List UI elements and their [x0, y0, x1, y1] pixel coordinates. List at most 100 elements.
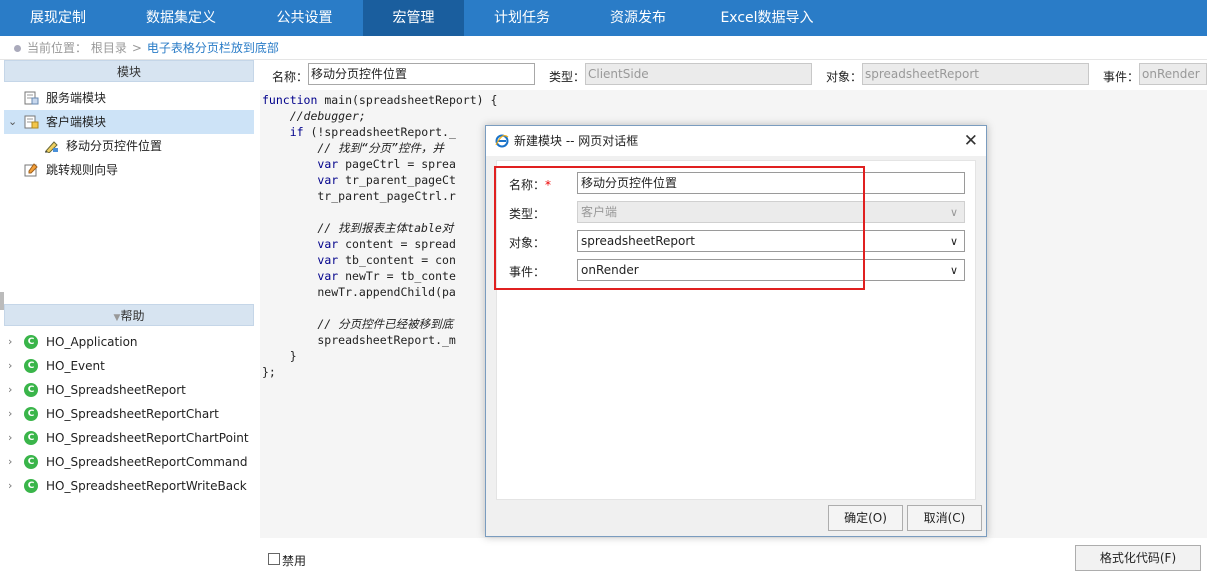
chevron-right-icon[interactable]: ›: [8, 474, 12, 498]
panel-splitter[interactable]: [0, 292, 4, 310]
tab-report-customization[interactable]: 展现定制: [0, 0, 116, 36]
chevron-right-icon[interactable]: ›: [8, 402, 12, 426]
cancel-button[interactable]: 取消(C): [907, 505, 982, 531]
event-label: 事件：: [1103, 70, 1140, 84]
tree-item-label: 移动分页控件位置: [66, 139, 163, 153]
keyword: function: [262, 93, 318, 107]
modules-panel-header[interactable]: 模块: [4, 60, 254, 82]
tree-item-label: 客户端模块: [46, 115, 107, 129]
class-icon: C: [24, 455, 38, 469]
help-panel-header[interactable]: ▼帮助: [4, 304, 254, 326]
code-line: };: [262, 365, 276, 379]
code-line: var tr_parent_pageCt: [317, 173, 456, 187]
help-item-ho-spreadsheetreportchart[interactable]: › C HO_SpreadsheetReportChart: [4, 402, 254, 426]
disable-label[interactable]: 禁用: [282, 552, 306, 569]
help-item-label: HO_SpreadsheetReport: [46, 383, 186, 397]
help-panel-title: 帮助: [120, 309, 145, 323]
code-line: if (!spreadsheetReport._: [289, 125, 456, 139]
tab-excel-import[interactable]: Excel数据导入: [696, 0, 838, 36]
code-line: function main(spreadsheetReport) {: [262, 93, 498, 107]
code-line: newTr.appendChild(pa: [262, 285, 456, 299]
tree-item-client-module[interactable]: ⌄ 客户端模块: [4, 110, 254, 134]
wizard-icon: [24, 163, 38, 177]
object-label: 对象：: [826, 70, 863, 84]
format-code-button[interactable]: 格式化代码(F): [1075, 545, 1201, 571]
keyword: var: [317, 253, 339, 267]
keyword: var: [317, 173, 339, 187]
tab-resource-publish[interactable]: 资源发布: [580, 0, 696, 36]
help-item-ho-spreadsheetreportwriteback[interactable]: › C HO_SpreadsheetReportWriteBack: [4, 474, 254, 498]
help-item-ho-spreadsheetreportcommand[interactable]: › C HO_SpreadsheetReportCommand: [4, 450, 254, 474]
tree-item-server-module[interactable]: 服务端模块: [4, 86, 254, 110]
help-item-ho-spreadsheetreportchartpoint[interactable]: › C HO_SpreadsheetReportChartPoint: [4, 426, 254, 450]
class-icon: C: [24, 335, 38, 349]
client-module-icon: [24, 115, 39, 129]
type-field: ClientSide: [585, 63, 812, 85]
tree-item-label: 服务端模块: [46, 91, 107, 105]
chevron-right-icon[interactable]: ›: [8, 378, 12, 402]
left-panel: 模块 服务端模块 ⌄ 客户端模块 移动分页控件位置 跳转规则向导 ▼帮助 › C H…: [4, 60, 254, 576]
name-label: 名称：: [272, 70, 309, 84]
breadcrumb-current[interactable]: 电子表格分页栏放到底部: [147, 41, 279, 55]
chevron-down-icon[interactable]: ∨: [950, 261, 958, 281]
tab-dataset-definition[interactable]: 数据集定义: [116, 0, 246, 36]
class-icon: C: [24, 479, 38, 493]
new-module-dialog: 新建模块 -- 网页对话框 ✕ 名称：* 移动分页控件位置 类型： 客户端 ∨ 对…: [485, 125, 987, 537]
help-item-label: HO_SpreadsheetReportCommand: [46, 455, 248, 469]
class-icon: C: [24, 383, 38, 397]
dialog-title: 新建模块 -- 网页对话框: [514, 134, 639, 148]
chevron-down-icon[interactable]: ⌄: [8, 110, 18, 134]
ok-button[interactable]: 确定(O): [828, 505, 903, 531]
server-module-icon: [24, 91, 39, 105]
help-item-ho-spreadsheetreport[interactable]: › C HO_SpreadsheetReport: [4, 378, 254, 402]
chevron-down-icon: ∨: [949, 206, 958, 219]
close-icon[interactable]: ✕: [964, 126, 978, 156]
class-icon: C: [24, 359, 38, 373]
editor-header: 名称： 移动分页控件位置 类型： ClientSide 对象： spreadsh…: [260, 60, 1207, 90]
code-line: var tb_content = con: [317, 253, 456, 267]
editor-footer: 禁用 格式化代码(F): [260, 538, 1207, 576]
chevron-right-icon[interactable]: ›: [8, 450, 12, 474]
event-field: onRender: [1139, 63, 1207, 85]
name-input[interactable]: 移动分页控件位置: [308, 63, 535, 85]
code-line: var newTr = tb_conte: [317, 269, 456, 283]
top-nav: 展现定制 数据集定义 公共设置 宏管理 计划任务 资源发布 Excel数据导入: [0, 0, 1207, 36]
breadcrumb-root[interactable]: 根目录: [91, 41, 127, 55]
help-item-label: HO_Event: [46, 359, 105, 373]
code-line: // 分页控件已经被移到底: [262, 317, 454, 331]
tab-scheduled-tasks[interactable]: 计划任务: [464, 0, 580, 36]
class-icon: C: [24, 407, 38, 421]
breadcrumb-prefix: 当前位置：: [27, 41, 88, 55]
chevron-right-icon[interactable]: ›: [8, 330, 12, 354]
code-line: //debugger;: [262, 109, 366, 123]
object-field: spreadsheetReport: [862, 63, 1089, 85]
ie-icon: [495, 134, 509, 148]
code-line: }: [262, 349, 297, 363]
breadcrumb-separator: >: [131, 41, 142, 55]
keyword: if: [289, 125, 304, 139]
tree-item-jump-wizard[interactable]: 跳转规则向导: [4, 158, 254, 182]
chevron-right-icon[interactable]: ›: [8, 354, 12, 378]
tree-item-move-pager[interactable]: 移动分页控件位置: [4, 134, 254, 158]
code-line: var pageCtrl = sprea: [317, 157, 456, 171]
help-item-label: HO_SpreadsheetReportChart: [46, 407, 219, 421]
help-item-ho-application[interactable]: › C HO_Application: [4, 330, 254, 354]
tab-macro-management[interactable]: 宏管理: [363, 0, 464, 36]
help-item-label: HO_Application: [46, 335, 138, 349]
code-line: spreadsheetReport._m: [262, 333, 456, 347]
location-dot-icon: [14, 45, 21, 52]
keyword: var: [317, 237, 339, 251]
code-line: // 找到“分页”控件，并: [262, 141, 445, 155]
dialog-titlebar[interactable]: 新建模块 -- 网页对话框 ✕: [486, 126, 986, 156]
macro-edit-icon: [45, 141, 58, 153]
help-item-label: HO_SpreadsheetReportChartPoint: [46, 431, 249, 445]
keyword: var: [317, 157, 339, 171]
tab-public-settings[interactable]: 公共设置: [246, 0, 363, 36]
chevron-right-icon[interactable]: ›: [8, 426, 12, 450]
help-item-label: HO_SpreadsheetReportWriteBack: [46, 479, 247, 493]
breadcrumb: 当前位置： 根目录 > 电子表格分页栏放到底部: [0, 36, 1207, 60]
chevron-down-icon[interactable]: ∨: [950, 232, 958, 252]
disable-checkbox[interactable]: [268, 553, 280, 565]
code-line: // 找到报表主体table对: [262, 221, 454, 235]
help-item-ho-event[interactable]: › C HO_Event: [4, 354, 254, 378]
